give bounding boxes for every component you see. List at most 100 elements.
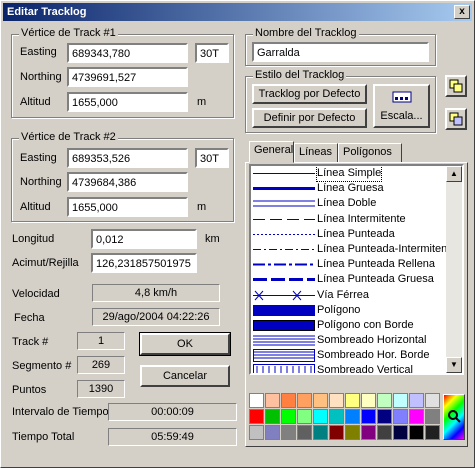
- line-style-swatch: [253, 319, 315, 331]
- title-bar[interactable]: Editar Tracklog x: [3, 3, 472, 21]
- color-swatch[interactable]: [313, 425, 328, 440]
- color-swatch[interactable]: [281, 409, 296, 424]
- line-style-name: Línea Doble: [317, 197, 377, 210]
- color-swatch[interactable]: [281, 425, 296, 440]
- color-swatch[interactable]: [377, 393, 392, 408]
- color-swatch[interactable]: [313, 409, 328, 424]
- line-style-item[interactable]: Sombreado Hor. Borde: [251, 348, 462, 363]
- color-swatch[interactable]: [329, 393, 344, 408]
- line-style-item[interactable]: Vía Férrea: [251, 288, 462, 303]
- line-style-name: Línea Punteada-Intermitente: [317, 242, 457, 255]
- set-default-style-button[interactable]: Definir por Defecto: [252, 108, 367, 128]
- scale-button[interactable]: Escala...: [373, 84, 430, 128]
- vertex1-easting-label: Easting: [20, 46, 57, 58]
- color-swatch[interactable]: [249, 393, 264, 408]
- line-style-item[interactable]: Polígono con Borde: [251, 318, 462, 333]
- color-swatch[interactable]: [361, 425, 376, 440]
- color-swatch[interactable]: [265, 409, 280, 424]
- color-swatch[interactable]: [265, 393, 280, 408]
- color-swatch[interactable]: [409, 393, 424, 408]
- azimuth-field[interactable]: 126,231857501975: [91, 253, 197, 273]
- line-style-item[interactable]: Línea Simple: [251, 166, 462, 182]
- color-swatch[interactable]: [281, 393, 296, 408]
- color-swatch[interactable]: [249, 409, 264, 424]
- line-style-item[interactable]: Línea Punteada Gruesa: [251, 272, 462, 287]
- color-swatch[interactable]: [329, 425, 344, 440]
- line-style-item[interactable]: Polígono: [251, 303, 462, 318]
- cancel-button[interactable]: Cancelar: [140, 365, 230, 387]
- custom-color-button[interactable]: [443, 394, 465, 440]
- line-style-item[interactable]: Línea Intermitente: [251, 212, 462, 227]
- paste-style-button[interactable]: [445, 108, 467, 130]
- vertex1-zone-field[interactable]: 30T: [195, 43, 229, 63]
- line-style-swatch: [253, 187, 315, 191]
- vertex2-zone-field[interactable]: 30T: [195, 148, 229, 168]
- line-style-list[interactable]: Línea Simple Línea Gruesa Línea Doble Línea…: [249, 164, 464, 375]
- line-style-item[interactable]: Sombreado Horizontal: [251, 333, 462, 348]
- list-scrollbar[interactable]: ▲ ▼: [446, 166, 462, 373]
- color-swatch[interactable]: [265, 425, 280, 440]
- line-style-rows: Línea Simple Línea Gruesa Línea Doble Línea…: [251, 166, 462, 373]
- color-swatch[interactable]: [409, 425, 424, 440]
- vertex1-altitude-field[interactable]: 1655,000: [67, 92, 188, 112]
- tab-poligonos[interactable]: Polígonos: [338, 143, 402, 163]
- scroll-down-icon[interactable]: ▼: [446, 357, 462, 373]
- color-swatch[interactable]: [249, 425, 264, 440]
- color-swatch[interactable]: [393, 425, 408, 440]
- vertex2-altitude-unit: m: [197, 201, 207, 213]
- color-swatch[interactable]: [313, 393, 328, 408]
- line-style-item[interactable]: Línea Punteada: [251, 227, 462, 242]
- line-style-item[interactable]: Línea Gruesa: [251, 181, 462, 196]
- color-swatch[interactable]: [425, 393, 440, 408]
- ok-button[interactable]: OK: [139, 332, 231, 356]
- speed-label: Velocidad: [12, 288, 60, 300]
- line-style-name: Línea Punteada Gruesa: [317, 273, 434, 286]
- color-swatch[interactable]: [425, 409, 440, 424]
- color-swatch[interactable]: [425, 425, 440, 440]
- line-style-name: Polígono con Borde: [317, 318, 414, 331]
- vertex2-northing-label: Northing: [20, 176, 62, 188]
- total-time-value: 05:59:49: [108, 428, 237, 446]
- color-swatch[interactable]: [345, 425, 360, 440]
- line-style-item[interactable]: Línea Punteada Rellena: [251, 257, 462, 272]
- copy-style-button[interactable]: [445, 75, 467, 97]
- line-style-swatch: [253, 263, 315, 266]
- color-swatch[interactable]: [409, 409, 424, 424]
- line-style-item[interactable]: Línea Punteada-Intermitente: [251, 242, 462, 257]
- line-style-item[interactable]: Línea Doble: [251, 196, 462, 211]
- vertex1-northing-field[interactable]: 4739691,527: [67, 67, 188, 87]
- vertex2-altitude-field[interactable]: 1655,000: [67, 197, 188, 217]
- tab-general[interactable]: General: [249, 141, 294, 163]
- color-swatch[interactable]: [393, 393, 408, 408]
- scroll-up-icon[interactable]: ▲: [446, 166, 462, 182]
- points-value: 1390: [77, 380, 125, 398]
- length-label: Longitud: [12, 233, 55, 245]
- default-track-style-button[interactable]: Tracklog por Defecto: [252, 84, 367, 104]
- color-swatch[interactable]: [345, 409, 360, 424]
- segment-number-value: 269: [77, 356, 125, 374]
- vertex2-northing-field[interactable]: 4739684,386: [67, 172, 188, 192]
- length-field[interactable]: 0,012: [91, 229, 197, 249]
- color-swatch[interactable]: [377, 409, 392, 424]
- color-swatch[interactable]: [297, 425, 312, 440]
- color-swatch[interactable]: [361, 393, 376, 408]
- vertex1-easting-field[interactable]: 689343,780: [67, 43, 188, 63]
- line-style-swatch: [253, 364, 315, 373]
- color-swatch[interactable]: [297, 409, 312, 424]
- vertex1-altitude-label: Altitud: [20, 96, 51, 108]
- color-swatch[interactable]: [377, 425, 392, 440]
- color-swatch[interactable]: [361, 409, 376, 424]
- track-name-field[interactable]: Garralda: [252, 42, 429, 62]
- vertex2-easting-field[interactable]: 689353,526: [67, 148, 188, 168]
- color-swatch[interactable]: [345, 393, 360, 408]
- track-number-value: 1: [77, 332, 125, 350]
- line-style-name: Vía Férrea: [317, 288, 369, 301]
- color-swatch[interactable]: [297, 393, 312, 408]
- line-style-name: Línea Punteada Rellena: [317, 258, 436, 271]
- close-button[interactable]: x: [454, 5, 470, 19]
- color-swatch[interactable]: [393, 409, 408, 424]
- color-swatch[interactable]: [329, 409, 344, 424]
- tab-lineas[interactable]: Líneas: [294, 143, 338, 163]
- line-style-item[interactable]: Sombreado Vertical: [251, 363, 462, 373]
- scale-button-label: Escala...: [380, 110, 423, 122]
